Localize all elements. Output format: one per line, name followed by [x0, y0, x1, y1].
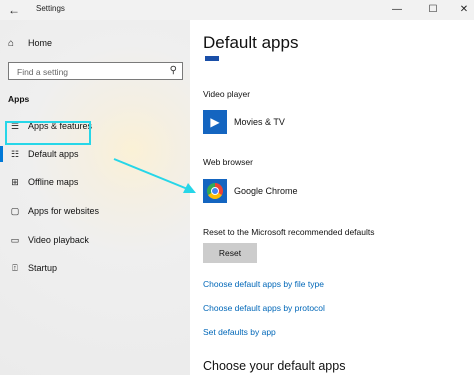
back-arrow-icon[interactable]: ←: [6, 2, 22, 18]
sidebar: ⌂ Home Find a setting ⚲ Apps ☰ Apps & fe…: [0, 20, 190, 375]
page-title: Default apps: [203, 33, 299, 52]
movies-tv-icon: ▶: [203, 110, 227, 134]
annotation-highlight-box: [5, 121, 91, 145]
video-player-app-button[interactable]: ▶ Movies & TV: [203, 109, 285, 135]
close-icon[interactable]: ✕: [449, 0, 474, 20]
sidebar-item-default-apps[interactable]: ☷ Default apps: [0, 142, 190, 166]
sidebar-item-label: Apps for websites: [28, 206, 100, 216]
maximize-icon[interactable]: ☐: [418, 0, 448, 20]
window-title: Settings: [36, 4, 65, 13]
link-default-apps-by-file-type[interactable]: Choose default apps by file type: [203, 279, 324, 289]
reset-description: Reset to the Microsoft recommended defau…: [203, 227, 375, 237]
sidebar-item-startup[interactable]: ⍐ Startup: [0, 256, 190, 280]
main-content: Default apps Video player ▶ Movies & TV …: [190, 20, 474, 375]
section-heading: Apps: [8, 94, 30, 104]
video-icon: ▭: [10, 234, 20, 245]
app-tile-icon: [205, 56, 219, 61]
selection-indicator: [0, 146, 3, 162]
web-browser-label: Web browser: [203, 157, 253, 167]
chrome-icon: [203, 179, 227, 203]
link-default-apps-by-protocol[interactable]: Choose default apps by protocol: [203, 303, 325, 313]
search-icon[interactable]: ⚲: [170, 65, 177, 76]
reset-button[interactable]: Reset: [203, 243, 257, 263]
web-browser-app-button[interactable]: Google Chrome: [203, 178, 298, 204]
home-icon: ⌂: [8, 37, 15, 49]
sidebar-item-video-playback[interactable]: ▭ Video playback: [0, 228, 190, 252]
startup-icon: ⍐: [12, 262, 18, 273]
home-label: Home: [28, 38, 53, 48]
title-bar: ← Settings — ☐ ✕: [0, 0, 474, 20]
sidebar-item-label: Default apps: [28, 149, 79, 159]
sidebar-item-offline-maps[interactable]: ⊞ Offline maps: [0, 170, 190, 194]
section-title-choose-default-apps: Choose your default apps: [203, 359, 346, 373]
video-player-label: Video player: [203, 89, 251, 99]
web-icon: ▢: [10, 205, 20, 216]
sidebar-item-label: Video playback: [28, 235, 89, 245]
minimize-icon[interactable]: —: [382, 0, 412, 20]
sidebar-item-label: Offline maps: [28, 177, 79, 187]
sidebar-item-label: Startup: [28, 263, 58, 273]
link-set-defaults-by-app[interactable]: Set defaults by app: [203, 327, 276, 337]
web-browser-app-name: Google Chrome: [234, 186, 298, 196]
default-apps-icon: ☷: [10, 148, 20, 159]
map-icon: ⊞: [11, 176, 19, 187]
home-nav-item[interactable]: ⌂ Home: [8, 36, 52, 50]
search-input[interactable]: Find a setting ⚲: [8, 62, 183, 80]
video-player-app-name: Movies & TV: [234, 117, 285, 127]
sidebar-item-apps-for-websites[interactable]: ▢ Apps for websites: [0, 199, 190, 223]
search-placeholder: Find a setting: [17, 67, 69, 77]
